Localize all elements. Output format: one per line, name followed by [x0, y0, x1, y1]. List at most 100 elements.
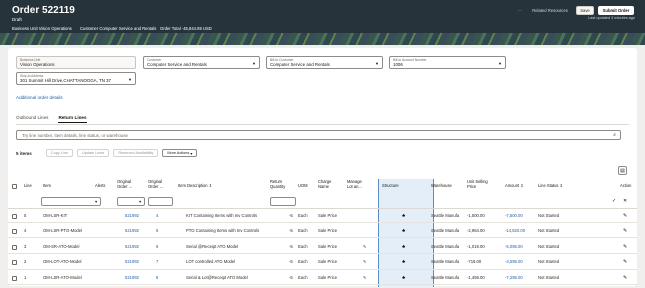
- cell-orig-order[interactable]: 521992: [125, 259, 139, 265]
- row-select-checkbox[interactable]: [12, 244, 17, 250]
- cell-orig-line[interactable]: 4: [156, 213, 158, 219]
- search-icon[interactable]: ⌕: [613, 132, 616, 138]
- chevron-down-icon: ▼: [128, 77, 132, 82]
- cell-amount[interactable]: -7,500.00: [505, 213, 523, 219]
- col-line[interactable]: Line: [24, 183, 32, 189]
- reserved-availability-button[interactable]: Reserved Availability: [113, 149, 159, 157]
- copy-line-button[interactable]: Copy Line: [45, 149, 73, 157]
- cell-status: Not Started: [538, 243, 560, 249]
- cell-warehouse: Seattle Manufa: [431, 228, 460, 234]
- cell-orig-line[interactable]: 6: [156, 244, 158, 250]
- customer-field[interactable]: Customer Computer Service and Rentals ▼: [143, 56, 260, 69]
- structure-icon[interactable]: ♣: [402, 229, 405, 234]
- table-row[interactable]: 1 OM-LSR-ATO-Model 521992 8 Serial & Lot@Rec…: [8, 271, 637, 286]
- table-row[interactable]: 3 OM-SR-ATO-Model 521992 6 Serial @Receipt A…: [8, 240, 637, 254]
- column-settings-icon[interactable]: ▤: [618, 166, 627, 175]
- edit-pencil-icon[interactable]: ✎: [623, 275, 627, 281]
- cell-orig-line[interactable]: 7: [156, 259, 158, 265]
- select-all-checkbox[interactable]: [12, 184, 17, 189]
- col-alerts[interactable]: Alerts: [95, 183, 105, 189]
- row-select-checkbox[interactable]: [12, 229, 17, 235]
- related-resources-button[interactable]: Related Resources: [530, 6, 570, 15]
- col-charge-name[interactable]: Charge Name: [318, 179, 331, 190]
- col-manage-lot[interactable]: Manage Lot an...: [347, 179, 362, 190]
- bill-to-customer-field[interactable]: Bill-to Customer Computer Service and Re…: [266, 56, 383, 69]
- col-warehouse[interactable]: Warehouse: [431, 183, 452, 189]
- chevron-down-icon: ▼: [498, 61, 502, 66]
- bill-to-customer-value: Computer Service and Rentals: [270, 62, 330, 67]
- return-quantity-filter-input[interactable]: [270, 197, 296, 206]
- col-original-order[interactable]: Original Order ...: [117, 179, 132, 190]
- bill-to-account-field[interactable]: Bill-to Account Number 1006 ▼: [389, 56, 506, 69]
- cell-manage[interactable]: ✎: [363, 259, 367, 265]
- row-select-checkbox[interactable]: [12, 275, 17, 281]
- table-row[interactable]: 5 OM-LSR-KIT 521992 4 KIT Containing Items w…: [8, 209, 637, 223]
- cell-orig-order[interactable]: 521992: [125, 213, 139, 219]
- submit-order-button[interactable]: Submit Order: [598, 6, 634, 15]
- chevron-down-icon: ▼: [252, 61, 256, 66]
- col-structure[interactable]: Structure: [382, 183, 399, 189]
- additional-order-details-link[interactable]: Additional order details: [16, 95, 63, 100]
- more-actions-button[interactable]: More Actions ▾: [162, 149, 198, 157]
- customer-value: Computer Service and Rentals: [147, 62, 207, 67]
- original-line-filter-input[interactable]: [148, 197, 173, 206]
- structure-icon[interactable]: ♣: [402, 213, 405, 219]
- structure-icon[interactable]: ♣: [402, 275, 405, 281]
- apply-filter-check-icon[interactable]: ✓: [612, 199, 616, 204]
- clear-filter-close-icon[interactable]: ✕: [623, 199, 627, 204]
- cell-item: OM-LSR-KIT: [43, 212, 68, 218]
- row-select-checkbox[interactable]: [12, 260, 17, 266]
- cell-amount[interactable]: -7,295.00: [505, 275, 523, 281]
- cell-qty: -5: [289, 259, 293, 265]
- cell-orig-order[interactable]: 521992: [125, 228, 139, 234]
- cell-orig-order[interactable]: 521992: [125, 244, 139, 250]
- ship-to-address-value: 301 Summit Hill Drive,CHATTANOOGA, TN 37: [20, 78, 111, 83]
- row-select-checkbox[interactable]: [12, 213, 17, 219]
- col-unit-selling-price[interactable]: Unit Selling Price: [467, 179, 488, 190]
- col-item[interactable]: Item: [43, 183, 51, 189]
- cell-warehouse: Seattle Manufa: [431, 243, 460, 249]
- structure-icon[interactable]: ♣: [402, 260, 405, 265]
- customer-summary: Customer Computer Service and Rentals: [80, 26, 157, 31]
- col-item-description[interactable]: Item Description ⇕: [178, 183, 212, 189]
- cell-orig-order[interactable]: 521992: [125, 275, 139, 281]
- col-return-quantity[interactable]: Return Quantity: [270, 179, 285, 190]
- col-line-status-label: Line Status: [538, 183, 559, 188]
- line-search-input[interactable]: Try line number, item details, line stat…: [16, 130, 621, 140]
- cell-line: 5: [24, 212, 27, 218]
- order-status: Draft: [12, 17, 22, 22]
- tab-return-lines[interactable]: Return Lines: [58, 115, 87, 123]
- ship-to-address-field[interactable]: Ship-to Address 301 Summit Hill Drive,CH…: [16, 72, 136, 85]
- cell-charge: Sale Price: [318, 228, 338, 234]
- edit-pencil-icon[interactable]: ✎: [623, 213, 627, 219]
- cell-orig-line[interactable]: 5: [156, 228, 158, 234]
- table-row[interactable]: 4 OM-LSR-PTO-Model 521992 5 PTO Containing I…: [8, 225, 637, 239]
- cell-amount[interactable]: -5,095.00: [505, 244, 523, 250]
- page-title: Order 522119: [12, 5, 75, 16]
- tab-outbound-lines[interactable]: Outbound Lines: [16, 115, 48, 123]
- original-order-filter-select[interactable]: ▼: [117, 197, 145, 206]
- cell-amount[interactable]: -14,820.00: [505, 228, 525, 234]
- cell-manage[interactable]: ✎: [363, 275, 367, 281]
- edit-pencil-icon[interactable]: ✎: [623, 244, 627, 250]
- cell-orig-line[interactable]: 8: [156, 275, 158, 281]
- edit-pencil-icon[interactable]: ✎: [623, 260, 627, 265]
- cell-status: Not Started: [538, 228, 560, 234]
- col-unit-selling-price-l2: Price: [467, 183, 477, 189]
- item-filter-select[interactable]: ▼: [41, 197, 101, 206]
- update-lines-button[interactable]: Update Lines: [76, 149, 110, 157]
- edit-pencil-icon[interactable]: ✎: [623, 229, 627, 234]
- cell-amount[interactable]: -3,595.00: [505, 259, 523, 265]
- col-original-line[interactable]: Original Order ...: [148, 179, 163, 190]
- table-row[interactable]: 2 OM-LOT-ATO-Model 521992 7 LOT controlled A…: [8, 256, 637, 270]
- save-button[interactable]: Save: [576, 6, 594, 15]
- cell-price: -719.00: [467, 259, 482, 265]
- cell-manage[interactable]: ✎: [363, 244, 367, 250]
- cell-uom: Each: [298, 228, 308, 234]
- structure-icon[interactable]: ♣: [402, 244, 405, 250]
- col-line-status[interactable]: Line Status ⇕: [538, 183, 563, 189]
- col-uom[interactable]: UOM: [298, 183, 308, 189]
- col-amount[interactable]: Amount ⇕: [505, 183, 524, 189]
- chevron-down-icon: ▼: [94, 199, 98, 204]
- more-options-button[interactable]: ···: [515, 6, 525, 15]
